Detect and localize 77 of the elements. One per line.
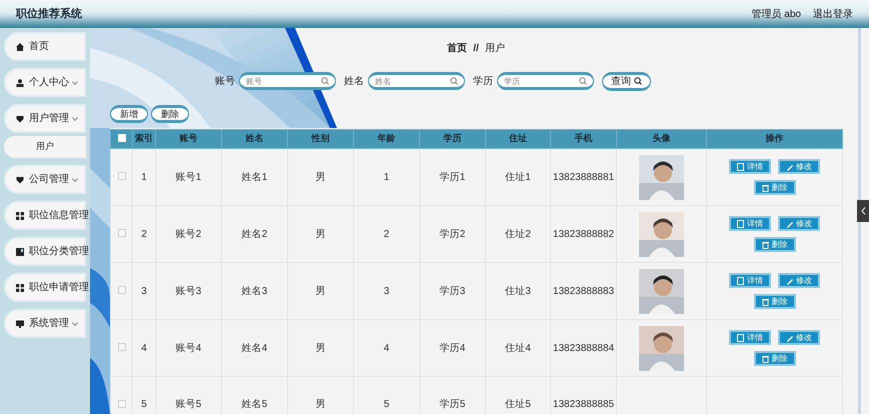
search-field[interactable]: 学历 xyxy=(497,72,594,90)
trash-icon xyxy=(762,184,768,192)
trash-icon xyxy=(762,240,768,248)
person-icon xyxy=(16,78,24,86)
grid-icon xyxy=(16,284,24,292)
checkbox[interactable] xyxy=(118,228,126,236)
menu-label: 用户管理 xyxy=(29,112,70,126)
edit-button[interactable]: 修改 xyxy=(778,273,820,288)
chevron-down-icon xyxy=(72,322,78,326)
details-button[interactable]: 详情 xyxy=(729,330,771,345)
delete-button[interactable]: 删除 xyxy=(754,351,796,366)
checkbox[interactable] xyxy=(118,400,126,408)
search-icon xyxy=(450,77,458,85)
field-label: 学历 xyxy=(473,74,493,88)
search-icon xyxy=(321,77,329,85)
chevron-down-icon xyxy=(72,80,78,84)
chevron-down-icon xyxy=(72,178,78,182)
search-button[interactable]: 查询 xyxy=(602,72,651,90)
document-icon xyxy=(737,220,744,228)
search-icon xyxy=(634,77,642,85)
trash-icon xyxy=(762,298,768,306)
breadcrumb-separator: // xyxy=(473,42,479,56)
field-label: 姓名 xyxy=(344,74,364,88)
monitor-icon xyxy=(16,320,24,328)
search-field[interactable]: 姓名 xyxy=(368,72,465,90)
breadcrumb-link[interactable]: 用户 xyxy=(484,40,505,56)
menu-label: 职位申请管理 xyxy=(29,280,89,295)
menu-item[interactable]: 首页 xyxy=(4,32,86,61)
menu-label: 职位信息管理 xyxy=(29,208,89,223)
shield-icon xyxy=(16,114,24,122)
collapse-handle[interactable] xyxy=(857,200,869,222)
scrollbar[interactable] xyxy=(858,28,861,414)
details-button[interactable]: 详情 xyxy=(729,273,771,288)
search-field[interactable]: 账号 xyxy=(239,72,336,90)
menu-label: 个人中心 xyxy=(29,76,70,90)
checkbox[interactable] xyxy=(118,342,126,350)
document-icon xyxy=(737,334,744,342)
field-label: 账号 xyxy=(215,74,235,88)
search-icon xyxy=(579,77,587,85)
edit-button[interactable]: 修改 xyxy=(778,159,820,174)
menu-item[interactable]: 个人中心 xyxy=(4,68,86,97)
delete-button[interactable]: 删除 xyxy=(754,180,796,195)
pencil-icon xyxy=(786,220,793,228)
menu-item[interactable]: 系统管理 xyxy=(4,309,86,338)
checkbox[interactable] xyxy=(118,286,126,294)
logout-link[interactable]: 退出登录 xyxy=(813,6,853,22)
app-title: 职位推荐系统 xyxy=(16,6,82,22)
menu-label: 职位分类管理 xyxy=(29,244,89,259)
document-icon xyxy=(737,162,744,170)
delete-button[interactable]: 删除 xyxy=(754,237,796,252)
trash-icon xyxy=(762,354,768,362)
details-button[interactable]: 详情 xyxy=(729,216,771,231)
menu-label: 系统管理 xyxy=(29,316,70,331)
chevron-left-icon xyxy=(860,207,866,215)
document-icon xyxy=(737,276,744,284)
menu-label: 公司管理 xyxy=(29,173,70,187)
shield-icon xyxy=(16,176,24,184)
menu-item[interactable]: 用户管理 xyxy=(4,104,86,133)
checkbox[interactable] xyxy=(118,172,126,180)
breadcrumb-link[interactable]: 首页 xyxy=(447,40,468,56)
details-button[interactable]: 详情 xyxy=(729,159,771,174)
table-cell: 13823888885 xyxy=(550,376,616,414)
edit-button[interactable]: 修改 xyxy=(778,216,820,231)
home-icon xyxy=(16,42,24,50)
pencil-icon xyxy=(786,276,793,284)
menu-label: 首页 xyxy=(29,40,50,54)
pencil-icon xyxy=(786,334,793,342)
menu-item[interactable]: 公司管理 xyxy=(4,165,86,194)
edit-button[interactable]: 修改 xyxy=(778,330,820,345)
chevron-down-icon xyxy=(72,116,78,120)
grid-icon xyxy=(16,212,24,220)
delete-button[interactable]: 删除 xyxy=(754,294,796,309)
submenu-item[interactable]: 用户 xyxy=(4,136,86,158)
column-header[interactable]: 操作 xyxy=(706,130,842,148)
column-header[interactable]: 头像 xyxy=(616,130,706,148)
user-label: 管理员 abo xyxy=(752,8,801,22)
pencil-icon xyxy=(786,162,793,170)
